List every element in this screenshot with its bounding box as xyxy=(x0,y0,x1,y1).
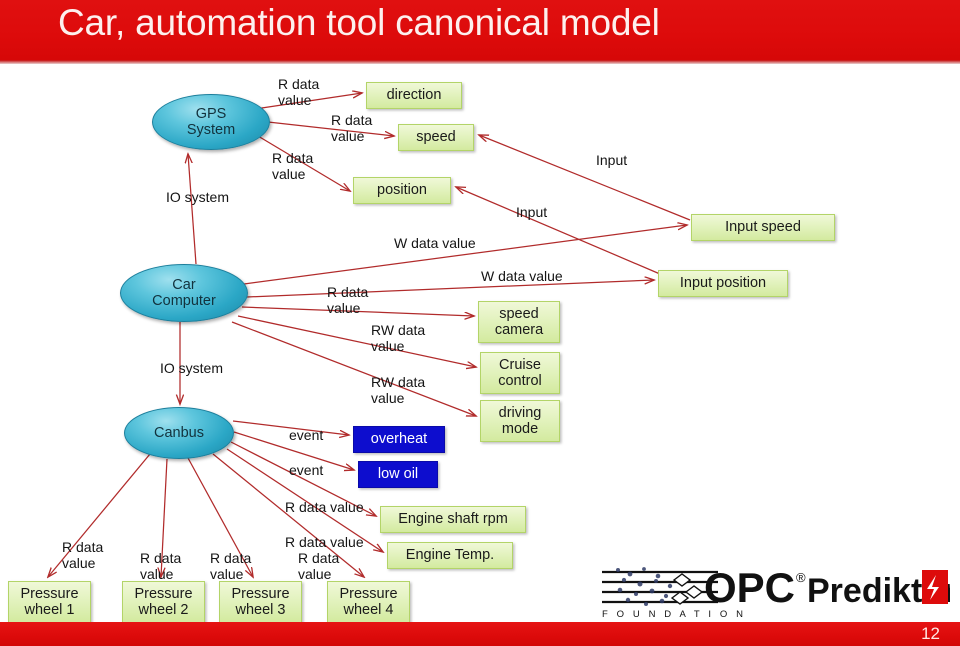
edge-label-cc-speed-camera: R data value xyxy=(327,284,369,316)
arrow-layer xyxy=(0,64,691,622)
edge-label-canbus-overheat: event xyxy=(289,427,324,443)
node-car-computer[interactable]: Car Computer xyxy=(120,264,248,322)
node-low-oil[interactable]: low oil xyxy=(358,461,438,488)
edge-label-cc-driving: RW data value xyxy=(371,374,426,406)
node-overheat[interactable]: overheat xyxy=(353,426,445,453)
node-pressure-wheel-4[interactable]: Pressure wheel 4 xyxy=(327,581,410,623)
node-position[interactable]: position xyxy=(353,177,451,204)
edge-label-cc-input-position: W data value xyxy=(481,268,563,284)
edge-label-cc-cruise: RW data value xyxy=(371,322,426,354)
node-pressure-wheel-1[interactable]: Pressure wheel 1 xyxy=(8,581,91,623)
diagram-canvas: GPS System Car Computer Canbus direction… xyxy=(0,64,960,623)
edge-label-canbus-wheel2: R data value xyxy=(140,550,182,582)
node-cruise-control[interactable]: Cruise control xyxy=(480,352,560,394)
edge-label-canbus-wheel4: R data value xyxy=(298,550,340,582)
node-gps-system[interactable]: GPS System xyxy=(152,94,270,150)
edge-label-canbus-rpm: R data value xyxy=(285,499,364,515)
edge-label-position-input: Input xyxy=(516,204,548,220)
edge-label-canbus-temp: R data value xyxy=(285,534,364,550)
slide-canvas: Car, automation tool canonical model GPS… xyxy=(0,0,960,646)
node-engine-shaft-rpm[interactable]: Engine shaft rpm xyxy=(380,506,526,533)
node-direction[interactable]: direction xyxy=(366,82,462,109)
edge-label-canbus-lowoil: event xyxy=(289,462,324,478)
edge-label-cc-input-speed: W data value xyxy=(394,235,476,251)
edge-label-speed-input: Input xyxy=(596,152,628,168)
node-pressure-wheel-2[interactable]: Pressure wheel 2 xyxy=(122,581,205,623)
node-speed-camera[interactable]: speed camera xyxy=(478,301,560,343)
edge-label-canbus-wheel3: R data value xyxy=(210,550,252,582)
page-title: Car, automation tool canonical model xyxy=(58,2,660,43)
node-driving-mode[interactable]: driving mode xyxy=(480,400,560,442)
node-input-position[interactable]: Input position xyxy=(658,270,788,297)
logo-registered-mark: ® xyxy=(796,570,806,585)
edge-label-canbus-wheel1: R data value xyxy=(62,539,104,571)
node-pressure-wheel-3[interactable]: Pressure wheel 3 xyxy=(219,581,302,623)
page-number: 12 xyxy=(921,624,940,643)
footer-bar xyxy=(0,622,960,646)
node-input-speed[interactable]: Input speed xyxy=(691,214,835,241)
node-canbus[interactable]: Canbus xyxy=(124,407,234,459)
node-speed[interactable]: speed xyxy=(398,124,474,151)
opc-prediktor-logo: F O U N D A T I O N OPC ® Prediktor xyxy=(600,560,956,622)
edge-label-gps-position: R data value xyxy=(272,150,314,182)
edge-label-gps-io-system: IO system xyxy=(166,189,230,205)
edge-label-gps-direction: R data value xyxy=(278,76,320,108)
edge-label-gps-speed: R data value xyxy=(331,112,373,144)
edge-label-cc-io-system: IO system xyxy=(160,360,224,376)
logo-opc-text: OPC xyxy=(704,564,795,611)
node-engine-temp[interactable]: Engine Temp. xyxy=(387,542,513,569)
